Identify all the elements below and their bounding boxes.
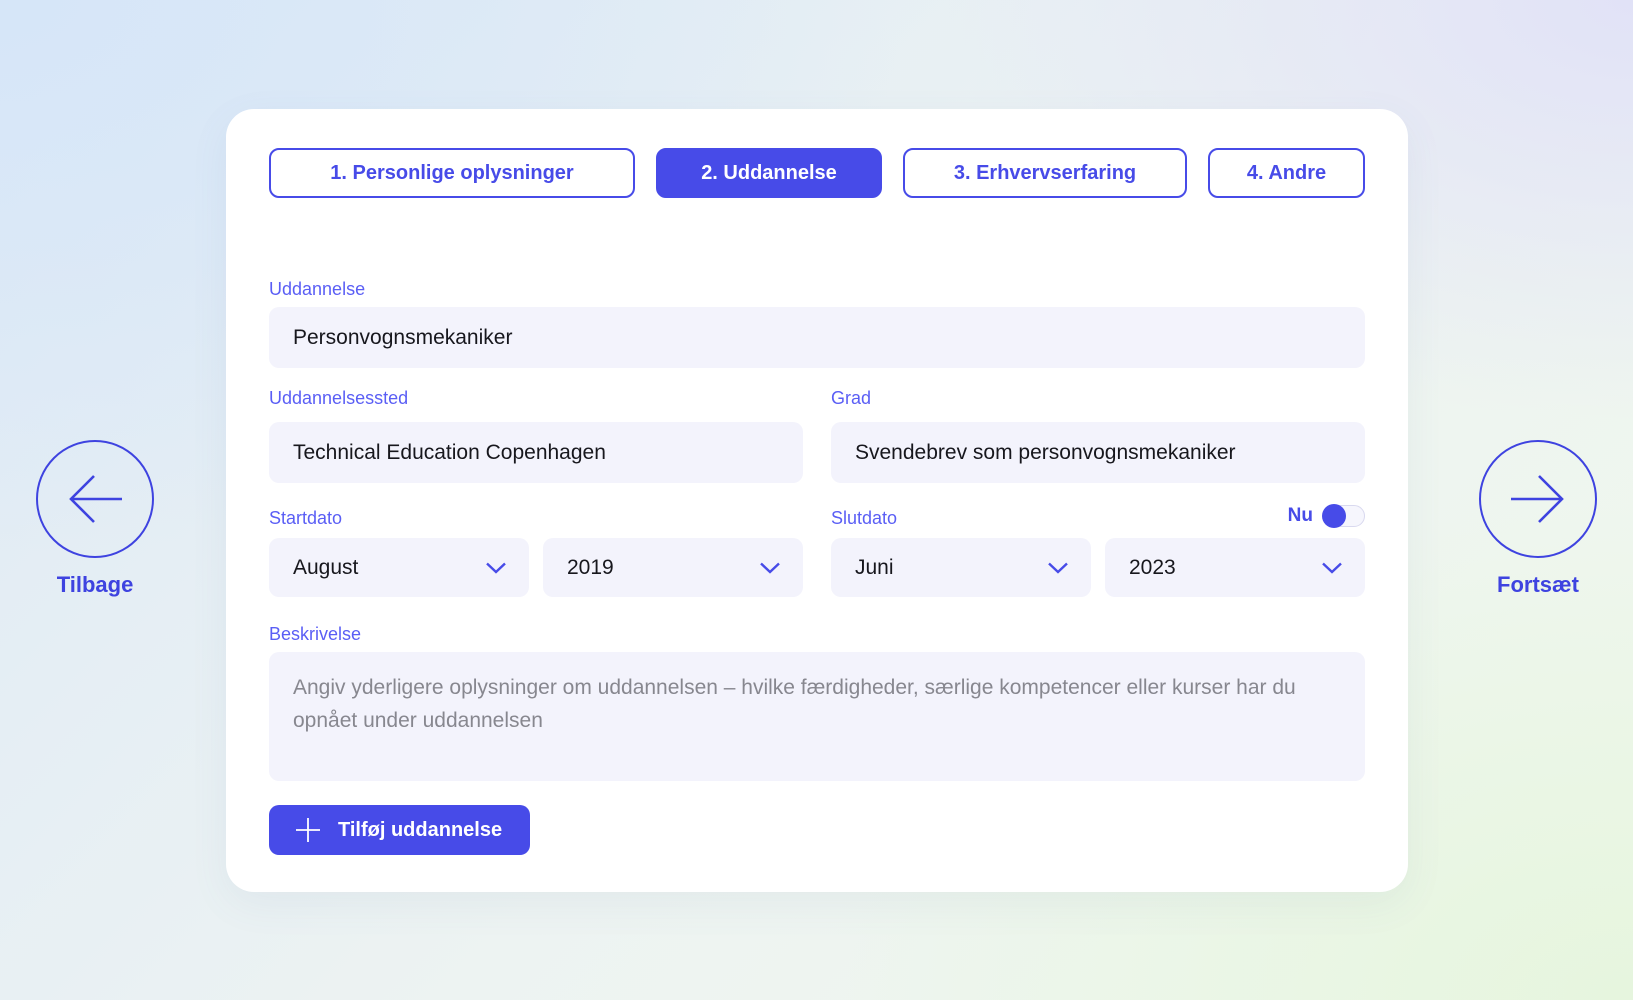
arrow-right-icon [1503, 464, 1573, 534]
description-textarea[interactable] [269, 652, 1365, 781]
now-toggle-switch[interactable] [1323, 505, 1365, 527]
now-toggle-group: Nu [269, 505, 1365, 527]
start-year-select[interactable]: 2019 [543, 538, 803, 597]
step-tabs: 1. Personlige oplysninger 2. Uddannelse … [269, 148, 1365, 198]
start-month-value: August [293, 556, 358, 580]
chevron-down-icon [759, 562, 781, 574]
now-toggle-knob [1322, 504, 1346, 528]
end-year-select[interactable]: 2023 [1105, 538, 1365, 597]
now-toggle-label: Nu [1288, 505, 1313, 527]
description-label: Beskrivelse [269, 624, 361, 645]
back-nav: Tilbage [15, 440, 175, 598]
tab-personlige-oplysninger[interactable]: 1. Personlige oplysninger [269, 148, 635, 198]
end-month-select[interactable]: Juni [831, 538, 1091, 597]
forward-label[interactable]: Fortsæt [1458, 572, 1618, 598]
back-label[interactable]: Tilbage [15, 572, 175, 598]
add-education-button[interactable]: Tilføj uddannelse [269, 805, 530, 855]
tab-uddannelse[interactable]: 2. Uddannelse [656, 148, 882, 198]
tab-erhvervserfaring[interactable]: 3. Erhvervserfaring [903, 148, 1187, 198]
education-label: Uddannelse [269, 279, 365, 300]
tab-andre[interactable]: 4. Andre [1208, 148, 1365, 198]
chevron-down-icon [1047, 562, 1069, 574]
end-year-value: 2023 [1129, 556, 1176, 580]
start-month-select[interactable]: August [269, 538, 529, 597]
education-input[interactable] [269, 307, 1365, 368]
start-year-value: 2019 [567, 556, 614, 580]
back-button[interactable] [36, 440, 154, 558]
arrow-left-icon [60, 464, 130, 534]
institution-label: Uddannelsessted [269, 388, 408, 409]
plus-icon [293, 815, 323, 845]
chevron-down-icon [1321, 562, 1343, 574]
add-education-label: Tilføj uddannelse [338, 819, 502, 842]
institution-input[interactable] [269, 422, 803, 483]
forward-button[interactable] [1479, 440, 1597, 558]
form-card: 1. Personlige oplysninger 2. Uddannelse … [226, 109, 1408, 892]
end-month-value: Juni [855, 556, 894, 580]
degree-label: Grad [831, 388, 871, 409]
page-background: { "steps": [ { "label": "1. Personlige o… [0, 0, 1633, 1000]
chevron-down-icon [485, 562, 507, 574]
degree-input[interactable] [831, 422, 1365, 483]
forward-nav: Fortsæt [1458, 440, 1618, 598]
